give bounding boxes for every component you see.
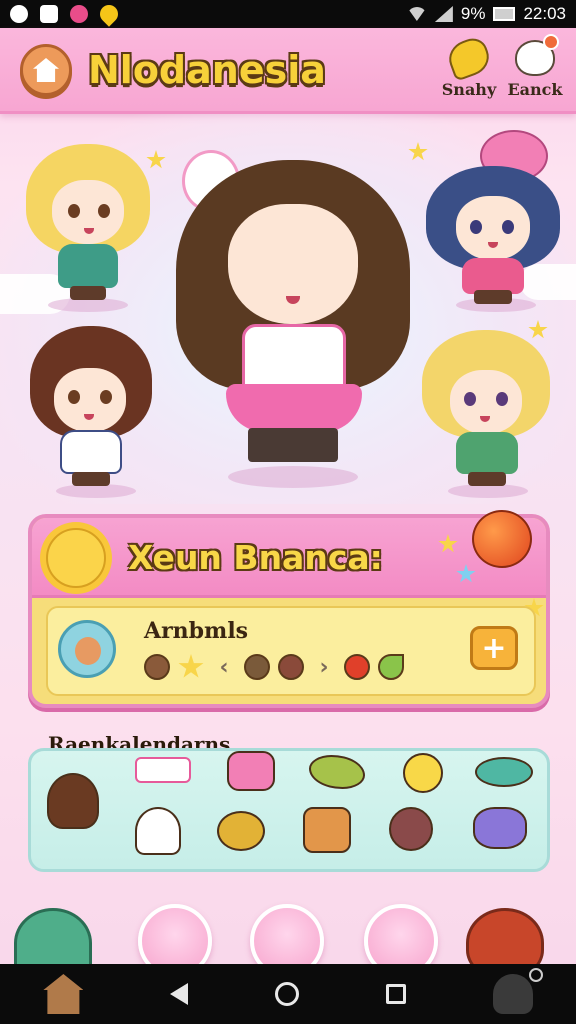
character-blonde[interactable] — [18, 138, 158, 318]
collection-item-girl[interactable] — [47, 773, 99, 829]
panel-body: Arnbmls ‹ › + — [46, 606, 536, 696]
item-row: ‹ › — [144, 654, 404, 680]
panel-header: Xeun Bnanca: — [32, 518, 546, 598]
seed-icon[interactable] — [144, 654, 170, 680]
add-button[interactable]: + — [470, 626, 518, 670]
clock: 22:03 — [523, 4, 566, 23]
collection-item-lemon[interactable] — [403, 753, 443, 793]
pet-avatar[interactable] — [58, 620, 116, 678]
ranch-icon — [515, 34, 559, 76]
home-circle-icon[interactable] — [274, 982, 299, 1006]
recent-apps-icon[interactable] — [385, 984, 406, 1004]
collection-item-ghost[interactable] — [135, 807, 181, 855]
apple-icon[interactable] — [344, 654, 370, 680]
battery-percent: 9% — [460, 4, 486, 23]
house-icon[interactable] — [43, 974, 84, 1014]
arrow-right-icon[interactable]: › — [312, 655, 336, 680]
nut-icon[interactable] — [244, 654, 270, 680]
ranch-label: Eanck — [507, 80, 563, 99]
star-icon[interactable] — [178, 654, 204, 678]
arrow-left-icon[interactable]: ‹ — [212, 655, 236, 680]
collection-item-bug[interactable] — [389, 807, 433, 851]
sun-icon — [46, 528, 106, 588]
battery-icon — [493, 7, 516, 21]
snack-label: Snahy — [441, 80, 497, 99]
user-icon[interactable] — [492, 968, 543, 1014]
navigation-bar — [0, 964, 576, 1024]
character-cat[interactable] — [26, 326, 166, 506]
character-stage — [0, 114, 576, 504]
panel-title: Xeun Bnanca: — [128, 538, 383, 577]
character-navy[interactable] — [420, 130, 570, 320]
location-icon — [96, 1, 122, 27]
collection-item-pickle[interactable] — [309, 755, 365, 789]
collection-item-candy[interactable] — [227, 751, 275, 791]
snack-button[interactable]: Snahy — [438, 34, 500, 99]
signal-icon — [434, 6, 453, 22]
collection-item-bucket[interactable] — [303, 807, 351, 853]
image-icon — [40, 5, 58, 23]
info-panel: Xeun Bnanca: Arnbmls ‹ › + — [28, 510, 550, 708]
character-blonde-2[interactable] — [418, 326, 558, 506]
notification-icon — [10, 5, 28, 23]
collection-item-sign[interactable] — [135, 757, 191, 783]
collection-item-blob[interactable] — [473, 807, 527, 849]
acorn-icon[interactable] — [278, 654, 304, 680]
collection-grid — [28, 748, 550, 872]
game-title: Nlodanesia — [88, 48, 326, 92]
leaf-icon[interactable] — [378, 654, 404, 680]
notification-badge — [543, 34, 559, 50]
back-icon[interactable] — [170, 983, 189, 1005]
ranch-button[interactable]: Eanck — [504, 34, 566, 99]
snack-icon — [444, 34, 494, 82]
status-bar: 9% 22:03 — [0, 0, 576, 28]
apple-icon — [472, 510, 532, 568]
home-icon — [33, 58, 59, 82]
collection-item-tortoise[interactable] — [217, 811, 265, 851]
app-icon — [70, 5, 88, 23]
collection-item-dish[interactable] — [475, 757, 533, 787]
character-main[interactable] — [168, 148, 418, 498]
bottom-dock — [0, 886, 576, 978]
wifi-icon — [406, 7, 427, 21]
panel-subtitle: Arnbmls — [144, 618, 249, 644]
home-button[interactable] — [20, 44, 72, 96]
header-bar: Nlodanesia Snahy Eanck — [0, 28, 576, 114]
